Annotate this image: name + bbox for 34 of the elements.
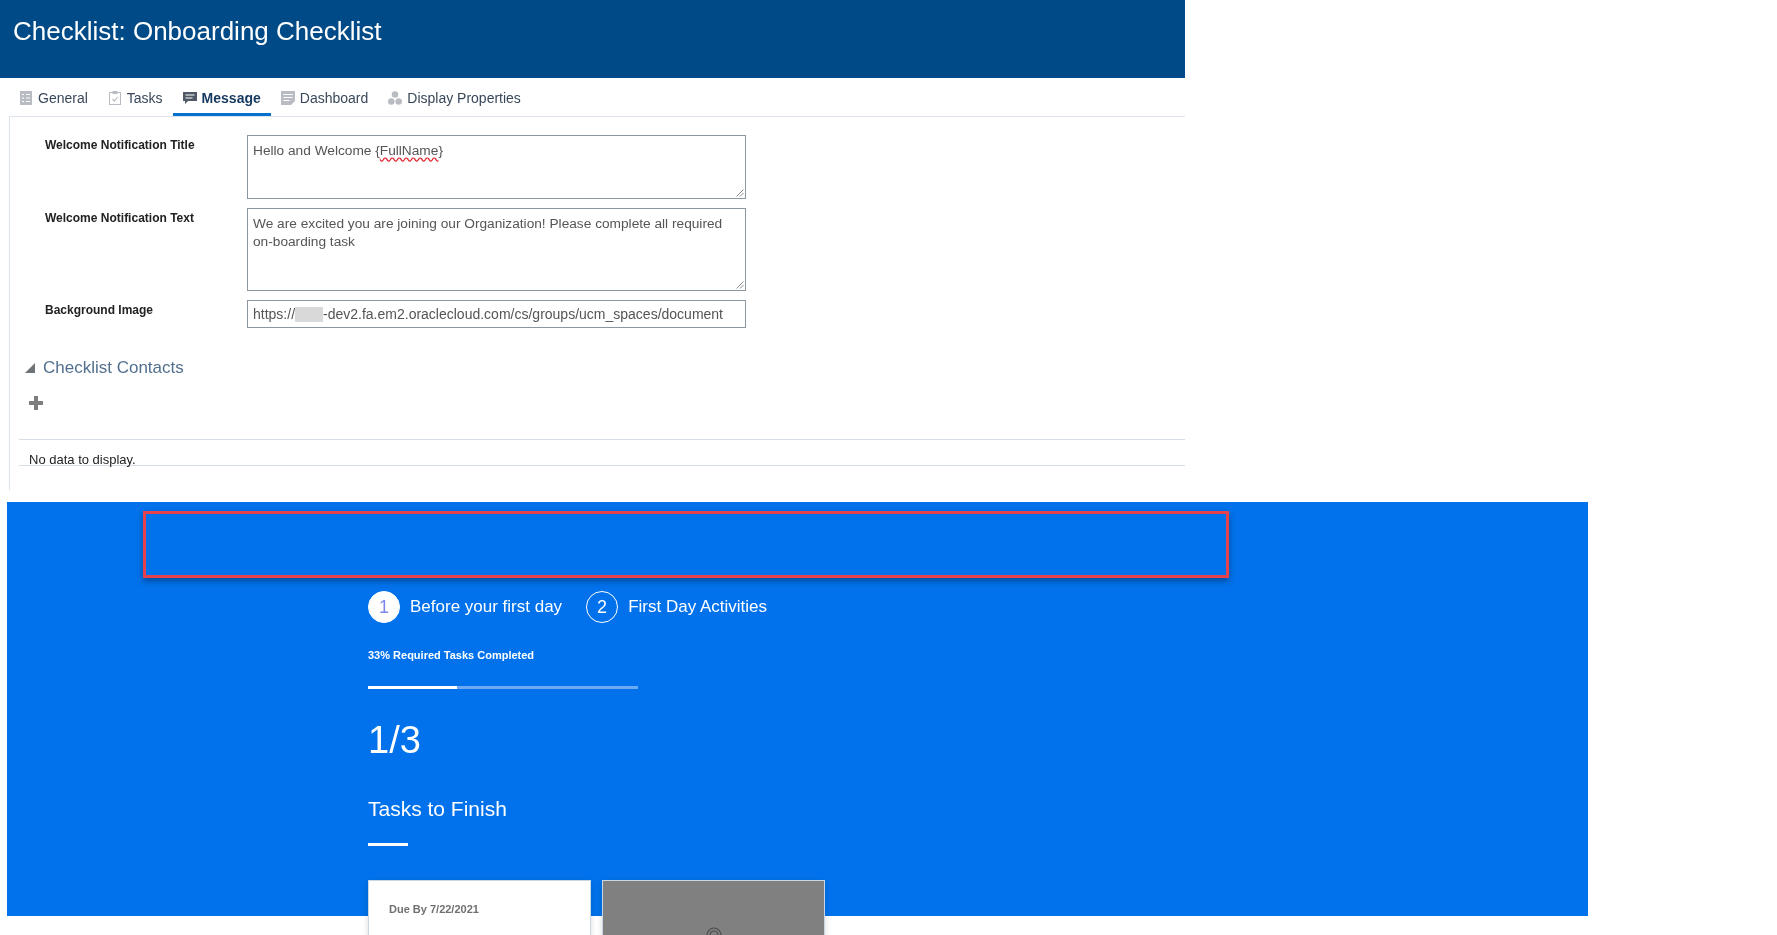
page-title: Checklist: Onboarding Checklist [13, 15, 382, 48]
plus-icon [29, 396, 43, 410]
task-card[interactable]: Due By 7/22/2021 [368, 880, 591, 935]
resize-grip-icon [735, 188, 744, 197]
redacted-block [295, 307, 324, 322]
document-icon [280, 91, 295, 105]
field-label: Background Image [45, 302, 154, 318]
field-label: Welcome Notification Text [45, 210, 194, 226]
add-button[interactable] [29, 396, 43, 410]
resize-grip-icon [735, 280, 744, 289]
ring-icon [706, 926, 722, 935]
task-count: 1/3 [368, 718, 421, 762]
step-label[interactable]: First Day Activities [628, 596, 767, 618]
progress-label: 33% Required Tasks Completed [368, 648, 535, 662]
due-date: Due By 7/22/2021 [389, 902, 479, 916]
text-area[interactable]: Hello and Welcome {FullName} [247, 135, 746, 199]
clipboard-icon [107, 91, 122, 105]
tab[interactable]: Dashboard [270, 78, 379, 116]
tab[interactable]: Message [172, 78, 271, 116]
tab[interactable]: Tasks [97, 78, 173, 116]
speech-bubble-icon [182, 91, 197, 105]
collapse-triangle-icon[interactable] [25, 363, 35, 373]
empty-table-message: No data to display. [29, 452, 136, 467]
input-field[interactable]: https:// -dev2.fa.em2.oraclecloud.com/cs/groups/ucm_spaces/document [247, 300, 746, 328]
checklist-sheet-icon [19, 91, 33, 105]
image-placeholder[interactable] [602, 880, 825, 935]
section-title: Checklist Contacts [43, 357, 184, 379]
field-label: Welcome Notification Title [45, 137, 195, 153]
section-heading: Tasks to Finish [368, 796, 507, 822]
text-area[interactable]: We are excited you are joining our Organization! Please complete all required on-boarding task [247, 208, 746, 291]
tab[interactable]: Display Properties [378, 78, 531, 116]
three-circles-icon [388, 91, 403, 105]
tab[interactable]: General [9, 78, 98, 116]
step-label[interactable]: Before your first day [410, 596, 563, 618]
